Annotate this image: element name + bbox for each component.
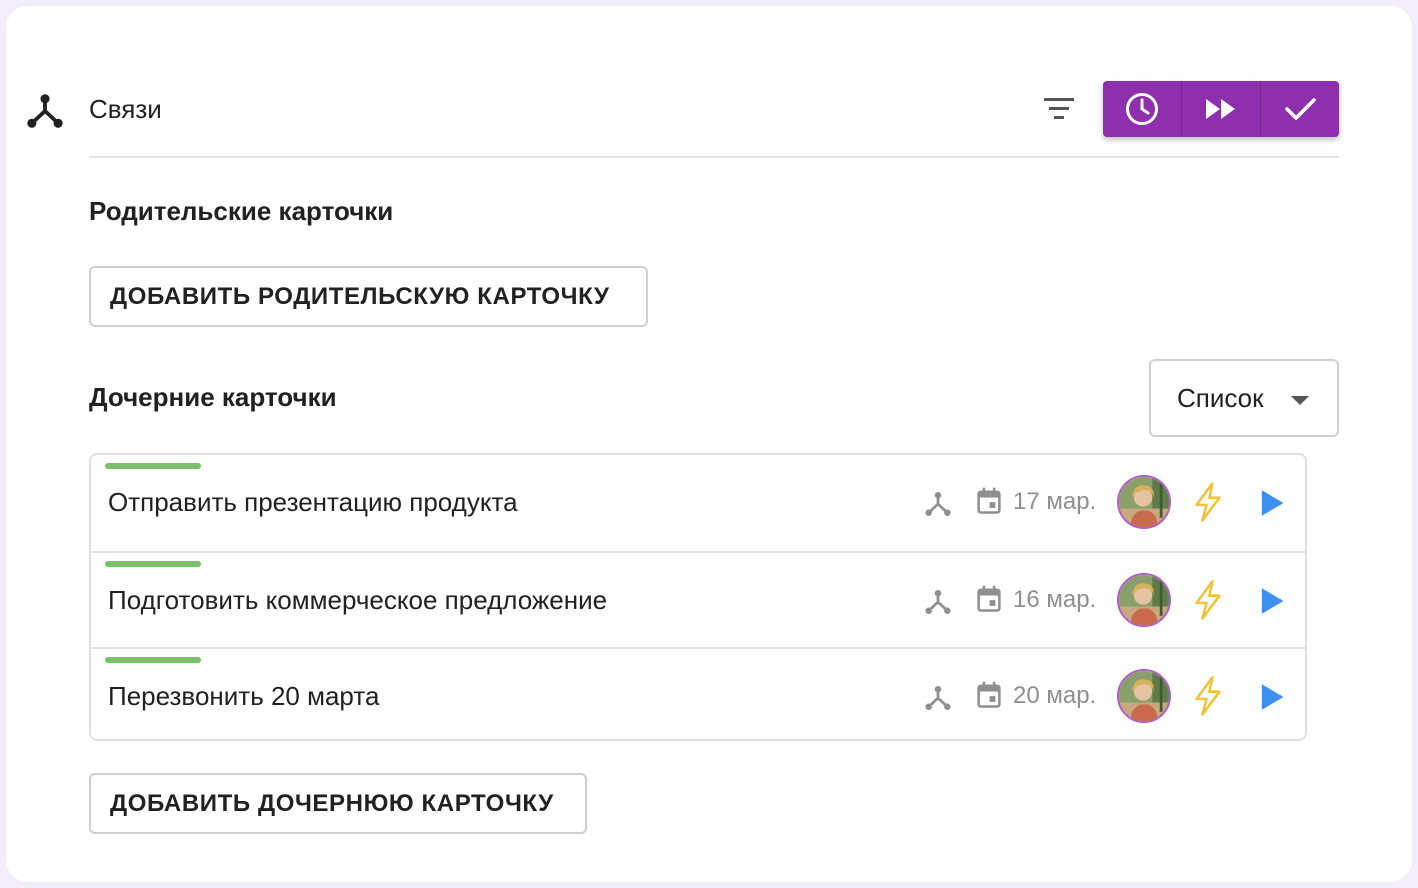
subtasks-icon[interactable] (923, 683, 953, 713)
list-item[interactable]: Отправить презентацию продукта 17 мар. (91, 455, 1305, 551)
view-mode-select[interactable]: Список (1149, 359, 1339, 437)
fast-forward-button[interactable] (1181, 81, 1260, 137)
list-item[interactable]: Перезвонить 20 марта 20 мар. (91, 647, 1305, 739)
parent-cards-heading: Родительские карточки (89, 196, 394, 226)
lightning-icon[interactable] (1190, 580, 1226, 620)
chevron-down-icon (1291, 396, 1309, 405)
child-cards-list: Отправить презентацию продукта 17 мар. П… (89, 453, 1307, 741)
action-button-group (1103, 81, 1339, 137)
due-date: 20 мар. (1013, 682, 1097, 709)
view-mode-value: Список (1177, 382, 1264, 413)
due-date: 17 мар. (1013, 488, 1097, 515)
progress-bar (105, 657, 201, 663)
play-icon[interactable] (1259, 683, 1285, 711)
subtasks-icon[interactable] (923, 489, 953, 519)
calendar-icon (975, 680, 1003, 710)
add-parent-card-button[interactable]: ДОБАВИТЬ РОДИТЕЛЬСКУЮ КАРТОЧКУ (89, 266, 648, 327)
fast-forward-icon (1206, 99, 1235, 119)
filter-icon[interactable] (1038, 92, 1080, 126)
share-nodes-icon (24, 90, 66, 132)
calendar-icon (975, 584, 1003, 614)
subtasks-icon[interactable] (923, 587, 953, 617)
card-title: Отправить презентацию продукта (108, 487, 518, 517)
progress-bar (105, 463, 201, 469)
child-cards-heading: Дочерние карточки (89, 382, 337, 412)
add-child-card-button[interactable]: ДОБАВИТЬ ДОЧЕРНЮЮ КАРТОЧКУ (89, 773, 587, 834)
play-icon[interactable] (1259, 587, 1285, 615)
progress-bar (105, 561, 201, 567)
section-title: Связи (89, 94, 162, 124)
calendar-icon (975, 486, 1003, 516)
lightning-icon[interactable] (1190, 676, 1226, 716)
links-panel (6, 6, 1412, 882)
list-item[interactable]: Подготовить коммерческое предложение 16 … (91, 551, 1305, 647)
avatar[interactable] (1117, 475, 1171, 529)
play-icon[interactable] (1259, 489, 1285, 517)
due-date: 16 мар. (1013, 586, 1097, 613)
check-icon (1285, 98, 1316, 120)
card-title: Перезвонить 20 марта (108, 681, 380, 711)
avatar[interactable] (1117, 573, 1171, 627)
clock-icon (1126, 93, 1158, 125)
avatar[interactable] (1117, 669, 1171, 723)
header-divider (89, 156, 1339, 158)
card-title: Подготовить коммерческое предложение (108, 585, 608, 615)
lightning-icon[interactable] (1190, 482, 1226, 522)
complete-button[interactable] (1260, 81, 1339, 137)
history-button[interactable] (1103, 81, 1181, 137)
